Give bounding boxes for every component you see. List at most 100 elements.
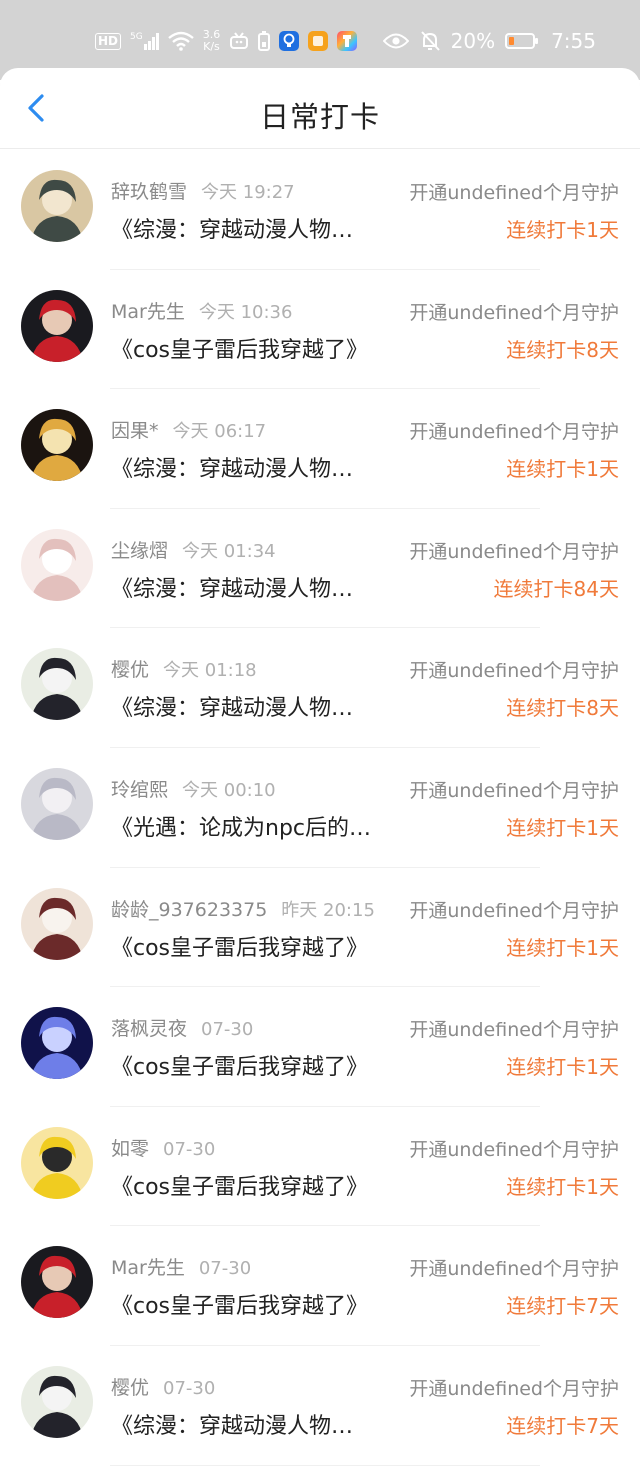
guard-action: 开通undefined个月守护 xyxy=(409,182,619,204)
streak-label: 连续打卡84天 xyxy=(493,576,619,601)
user-name[interactable]: Mar先生 xyxy=(111,1257,185,1279)
avatar[interactable] xyxy=(21,1365,93,1438)
user-name-line: 玲绾熙 今天 00:10 xyxy=(111,775,276,802)
battery-saver-icon xyxy=(258,31,271,51)
checkin-time: 昨天 20:15 xyxy=(281,899,375,921)
checkin-time: 今天 01:34 xyxy=(182,540,276,562)
list-item[interactable]: 如零 07-30 开通undefined个月守护 《cos皇子雷后我穿越了》 连续… xyxy=(0,1107,640,1227)
guard-action: 开通undefined个月守护 xyxy=(409,660,619,683)
user-name[interactable]: 如零 xyxy=(111,1138,149,1160)
list-item[interactable]: 辞玖鹤雪 今天 19:27 开通undefined个月守护 《综漫：穿越动漫人物…… xyxy=(0,150,640,270)
streak-label: 连续打卡8天 xyxy=(506,337,619,362)
avatar[interactable] xyxy=(21,767,93,840)
list-item[interactable]: 落枫灵夜 07-30 开通undefined个月守护 《cos皇子雷后我穿越了》 … xyxy=(0,987,640,1107)
streak-label: 连续打卡1天 xyxy=(506,457,619,482)
guard-action: 开通undefined个月守护 xyxy=(409,540,619,563)
book-title[interactable]: 《光遇：论成为npc后的… xyxy=(111,810,371,842)
user-name[interactable]: 樱优 xyxy=(111,1377,149,1399)
list-item[interactable]: Mar先生 07-30 开通undefined个月守护 《cos皇子雷后我穿越了》… xyxy=(0,1226,640,1346)
user-name-line: 樱优 今天 01:18 xyxy=(111,655,257,682)
divider xyxy=(110,1464,540,1466)
user-name[interactable]: 落枫灵夜 xyxy=(111,1018,187,1040)
user-name-line: Mar先生 07-30 xyxy=(111,1253,251,1280)
eye-icon xyxy=(382,33,409,49)
guard-action: 开通undefined个月守护 xyxy=(409,1019,619,1042)
book-title[interactable]: 《cos皇子雷后我穿越了》 xyxy=(111,1049,368,1081)
user-name-line: 辞玖鹤雪 今天 19:27 xyxy=(111,177,295,204)
checkin-time: 今天 01:18 xyxy=(163,660,257,682)
streak-label: 连续打卡7天 xyxy=(506,1413,619,1438)
book-title[interactable]: 《cos皇子雷后我穿越了》 xyxy=(111,1288,368,1320)
avatar[interactable] xyxy=(21,409,93,482)
hd-badge: HD xyxy=(95,32,122,50)
streak-label: 连续打卡1天 xyxy=(506,1055,619,1080)
checkin-time: 今天 06:17 xyxy=(172,421,267,443)
signal-label: 5G xyxy=(130,32,143,42)
user-name[interactable]: 玲绾熙 xyxy=(111,779,168,801)
list-item[interactable]: 因果* 今天 06:17 开通undefined个月守护 《综漫：穿越动漫人物… … xyxy=(0,389,640,509)
avatar[interactable] xyxy=(21,528,93,601)
guard-action: 开通undefined个月守护 xyxy=(409,1377,619,1400)
user-name[interactable]: 因果* xyxy=(111,420,159,442)
streak-label: 连续打卡1天 xyxy=(506,1174,619,1199)
avatar[interactable] xyxy=(21,1007,93,1080)
book-title[interactable]: 《cos皇子雷后我穿越了》 xyxy=(111,332,368,364)
checkin-time: 07-30 xyxy=(163,1138,216,1160)
user-name[interactable]: Mar先生 xyxy=(111,301,185,323)
guard-action: 开通undefined个月守护 xyxy=(409,1258,619,1281)
user-name[interactable]: 樱优 xyxy=(111,659,149,681)
avatar[interactable] xyxy=(21,170,93,242)
book-title[interactable]: 《综漫：穿越动漫人物… xyxy=(111,571,353,603)
avatar[interactable] xyxy=(21,289,93,362)
list-item[interactable]: 樱优 07-30 开通undefined个月守护 《综漫：穿越动漫人物… 连续打卡… xyxy=(0,1346,640,1466)
streak-label: 连续打卡1天 xyxy=(506,218,619,242)
guard-action: 开通undefined个月守护 xyxy=(409,1138,619,1161)
user-name-line: Mar先生 今天 10:36 xyxy=(111,297,292,324)
status-left-icons: HD 5G 3.6 K/s xyxy=(95,26,358,56)
user-name-line: 尘缘熠 今天 01:34 xyxy=(111,536,276,563)
guard-action: 开通undefined个月守护 xyxy=(409,301,619,324)
user-name-line: 樱优 07-30 xyxy=(111,1373,215,1400)
signal-icon: 5G xyxy=(130,32,159,50)
streak-label: 连续打卡1天 xyxy=(506,815,619,840)
list-item[interactable]: Mar先生 今天 10:36 开通undefined个月守护 《cos皇子雷后我穿… xyxy=(0,270,640,390)
user-name-line: 因果* 今天 06:17 xyxy=(111,416,266,443)
checkin-time: 07-30 xyxy=(163,1377,216,1399)
user-name-line: 龄龄_937623375 昨天 20:15 xyxy=(111,895,375,922)
bulb-app-icon xyxy=(279,31,300,51)
page-title: 日常打卡 xyxy=(259,100,380,134)
avatar[interactable] xyxy=(21,648,93,721)
book-title[interactable]: 《综漫：穿越动漫人物… xyxy=(111,1408,353,1440)
book-title[interactable]: 《综漫：穿越动漫人物… xyxy=(111,212,353,244)
avatar[interactable] xyxy=(21,1246,93,1319)
user-name-line: 落枫灵夜 07-30 xyxy=(111,1014,253,1041)
list-item[interactable]: 尘缘熠 今天 01:34 开通undefined个月守护 《综漫：穿越动漫人物… … xyxy=(0,509,640,629)
orange-app-icon xyxy=(308,31,329,51)
guard-action: 开通undefined个月守护 xyxy=(409,421,619,444)
avatar[interactable] xyxy=(21,1126,93,1199)
guard-action: 开通undefined个月守护 xyxy=(409,899,619,922)
list-item[interactable]: 龄龄_937623375 昨天 20:15 开通undefined个月守护 《co… xyxy=(0,868,640,988)
checkin-time: 今天 19:27 xyxy=(201,182,295,203)
book-title[interactable]: 《cos皇子雷后我穿越了》 xyxy=(111,930,368,962)
user-name[interactable]: 尘缘熠 xyxy=(111,540,168,562)
book-title[interactable]: 《综漫：穿越动漫人物… xyxy=(111,690,353,722)
book-title[interactable]: 《综漫：穿越动漫人物… xyxy=(111,451,353,483)
net-speed: 3.6 K/s xyxy=(203,29,221,53)
colorful-app-icon xyxy=(337,31,358,51)
avatar[interactable] xyxy=(21,887,93,960)
top-nav: 日常打卡 xyxy=(0,68,640,148)
user-name[interactable]: 辞玖鹤雪 xyxy=(111,181,187,203)
user-name[interactable]: 龄龄_937623375 xyxy=(111,899,267,921)
list-item[interactable]: 玲绾熙 今天 00:10 开通undefined个月守护 《光遇：论成为npc后的… xyxy=(0,748,640,868)
battery-percent: 20% xyxy=(450,29,496,53)
checkin-time: 07-30 xyxy=(201,1019,254,1041)
checkin-list: 辞玖鹤雪 今天 19:27 开通undefined个月守护 《综漫：穿越动漫人物…… xyxy=(0,150,640,1466)
tv-icon xyxy=(230,32,249,49)
status-right-icons: 20% 7:55 xyxy=(382,26,596,56)
checkin-time: 今天 00:10 xyxy=(182,779,276,801)
list-item[interactable]: 樱优 今天 01:18 开通undefined个月守护 《综漫：穿越动漫人物… 连… xyxy=(0,628,640,748)
battery-icon xyxy=(505,33,539,49)
book-title[interactable]: 《cos皇子雷后我穿越了》 xyxy=(111,1169,368,1201)
wifi-icon xyxy=(167,31,194,51)
